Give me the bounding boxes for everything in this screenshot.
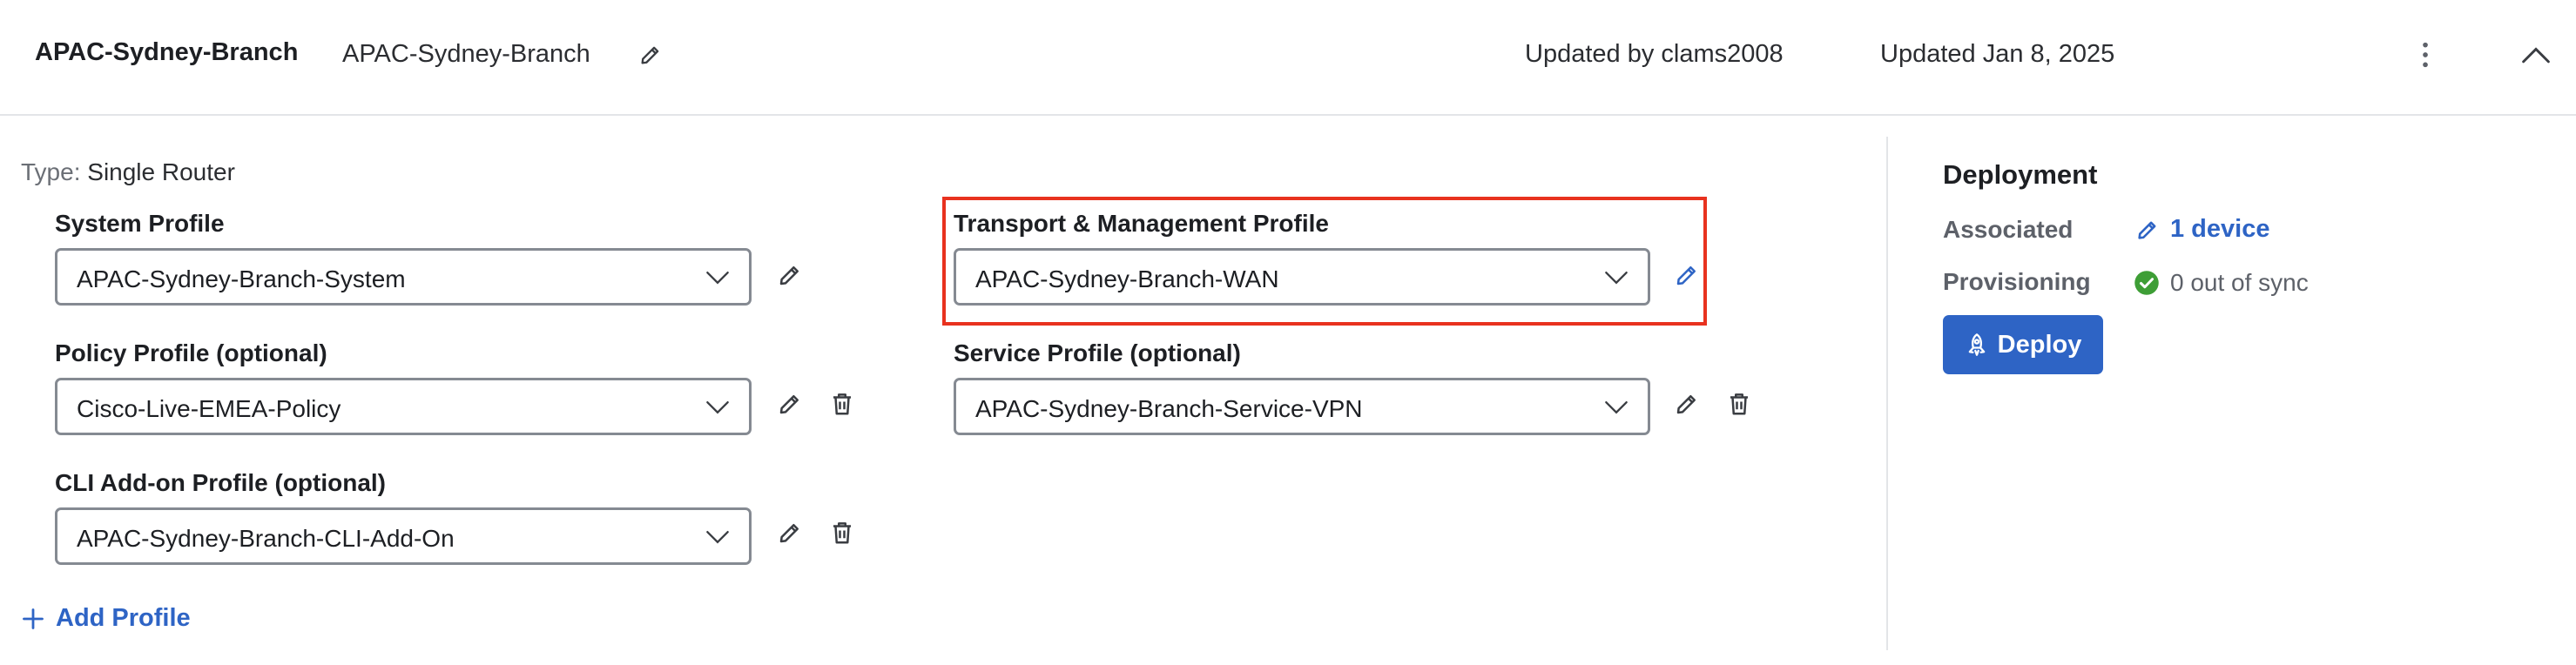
cli-profile-value: APAC-Sydney-Branch-CLI-Add-On	[77, 525, 455, 552]
transport-profile-label: Transport & Management Profile	[954, 210, 1329, 237]
chevron-down-icon	[1605, 271, 1628, 285]
type-value: Single Router	[87, 158, 235, 185]
service-profile-label: Service Profile (optional)	[954, 339, 1241, 366]
associated-label: Associated	[1943, 216, 2074, 243]
pencil-icon	[2138, 221, 2156, 239]
deploy-button[interactable]: Deploy	[1943, 315, 2103, 374]
add-profile-label: Add Profile	[56, 604, 191, 632]
deployment-title: Deployment	[1943, 159, 2098, 190]
cli-profile-select[interactable]: APAC-Sydney-Branch-CLI-Add-On	[55, 507, 752, 565]
updated-date-text: Updated Jan 8, 2025	[1880, 40, 2115, 68]
rocket-icon	[1968, 333, 1985, 356]
type-line: Type: Single Router	[21, 158, 235, 186]
edit-cli-profile-icon[interactable]	[777, 520, 803, 546]
plus-icon	[23, 608, 44, 629]
provisioning-value: 0 out of sync	[2170, 269, 2309, 296]
chevron-down-icon	[706, 531, 729, 544]
system-profile-label: System Profile	[55, 210, 225, 237]
add-profile-button[interactable]: Add Profile	[21, 604, 191, 633]
provisioning-label: Provisioning	[1943, 268, 2091, 295]
delete-service-profile-icon[interactable]	[1726, 391, 1752, 417]
edit-system-profile-icon[interactable]	[777, 262, 803, 288]
config-group-header: APAC-Sydney-Branch APAC-Sydney-Branch Up…	[0, 0, 2576, 116]
chevron-down-icon	[706, 400, 729, 414]
policy-profile-select[interactable]: Cisco-Live-EMEA-Policy	[55, 378, 752, 435]
service-profile-select[interactable]: APAC-Sydney-Branch-Service-VPN	[954, 378, 1650, 435]
check-circle-icon	[2134, 271, 2159, 295]
edit-service-profile-icon[interactable]	[1674, 391, 1700, 417]
associated-devices-link[interactable]: 1 device	[2135, 215, 2269, 244]
delete-cli-profile-icon[interactable]	[829, 520, 855, 546]
delete-policy-profile-icon[interactable]	[829, 391, 855, 417]
config-group-description: APAC-Sydney-Branch	[342, 40, 590, 68]
deploy-label: Deploy	[1997, 330, 2082, 359]
collapse-chevron-up-icon[interactable]	[2521, 44, 2551, 66]
edit-transport-profile-icon[interactable]	[1674, 262, 1700, 288]
system-profile-value: APAC-Sydney-Branch-System	[77, 265, 406, 292]
provisioning-status: 0 out of sync	[2134, 269, 2309, 297]
chevron-down-icon	[1605, 400, 1628, 414]
service-profile-value: APAC-Sydney-Branch-Service-VPN	[975, 395, 1363, 422]
edit-policy-profile-icon[interactable]	[777, 391, 803, 417]
more-options-icon[interactable]	[2412, 40, 2438, 70]
policy-profile-value: Cisco-Live-EMEA-Policy	[77, 395, 341, 422]
transport-profile-value: APAC-Sydney-Branch-WAN	[975, 265, 1279, 292]
config-group-name: APAC-Sydney-Branch	[35, 38, 299, 66]
edit-description-icon[interactable]	[638, 43, 663, 67]
policy-profile-label: Policy Profile (optional)	[55, 339, 327, 366]
transport-profile-select[interactable]: APAC-Sydney-Branch-WAN	[954, 248, 1650, 306]
panel-divider	[1886, 137, 1888, 650]
chevron-down-icon	[706, 271, 729, 285]
associated-devices-value: 1 device	[2170, 215, 2270, 243]
cli-profile-label: CLI Add-on Profile (optional)	[55, 469, 387, 496]
system-profile-select[interactable]: APAC-Sydney-Branch-System	[55, 248, 752, 306]
updated-by-text: Updated by clams2008	[1525, 40, 1784, 68]
type-label: Type:	[21, 158, 81, 185]
